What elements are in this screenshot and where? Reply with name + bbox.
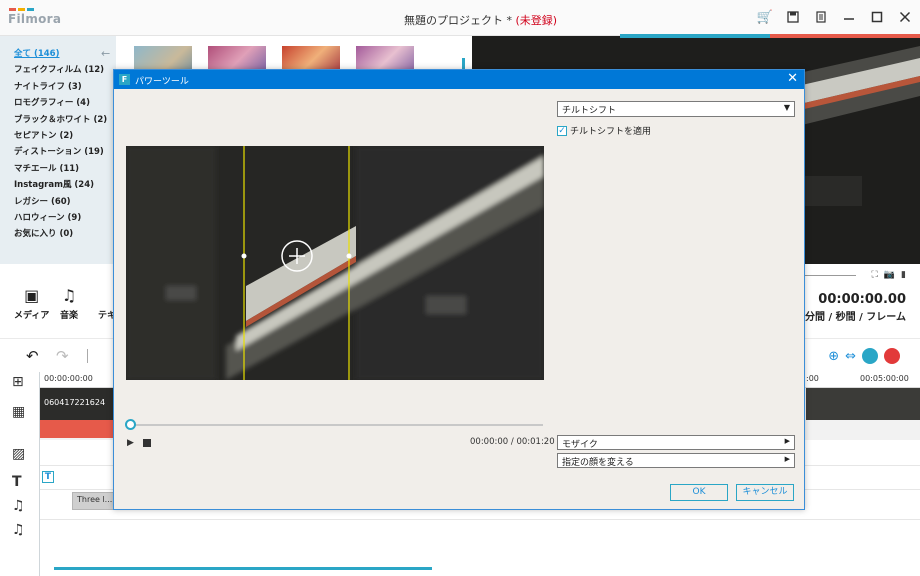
sidebar-item-sepia[interactable]: セピアトン (2): [14, 128, 116, 144]
ok-button[interactable]: OK: [670, 484, 728, 501]
minimize-icon[interactable]: [842, 10, 856, 24]
checkbox-check-icon[interactable]: ✓: [557, 125, 567, 136]
window-title: 無題のプロジェクト * (未登録): [404, 14, 558, 27]
sidebar-item-instagram[interactable]: Instagram風 (24): [14, 177, 116, 193]
sidebar-item-distortion[interactable]: ディストーション (19): [14, 144, 116, 160]
camera-icon[interactable]: 📷: [884, 270, 895, 280]
music-track-icon: ♫: [12, 522, 25, 538]
stop-icon[interactable]: [143, 439, 151, 447]
record-icon[interactable]: [884, 348, 900, 364]
video-track-icon: ▦: [12, 404, 26, 420]
media-tab[interactable]: ▣ メディア: [14, 286, 49, 321]
sidebar-item-legacy[interactable]: レガシー (60): [14, 194, 116, 210]
dialog-title: パワーツール: [135, 77, 189, 87]
zoom-in-icon[interactable]: ⊕: [828, 349, 839, 364]
sidebar-item-matiere[interactable]: マチエール (11): [14, 161, 116, 177]
sidebar-item-lomography[interactable]: ロモグラフィー (4): [14, 95, 116, 111]
undo-icon[interactable]: ↶: [26, 347, 39, 365]
title-bar: Filmora 無題のプロジェクト * (未登録) 🛒: [0, 0, 920, 36]
film-icon: ▣: [24, 286, 40, 305]
apply-tilt-shift-checkbox[interactable]: ✓ チルトシフトを適用: [557, 124, 651, 137]
sidebar-item-fake-film[interactable]: フェイクフィルム (12): [14, 62, 116, 78]
timeline-track-headers: ⊞ ▦ ▨ T ♫ ♫: [0, 372, 40, 576]
sidebar-item-nightlife[interactable]: ナイトライフ (3): [14, 79, 116, 95]
fullscreen-icon[interactable]: ⛶: [872, 270, 878, 280]
preview-timecode: 00:00:00.00: [818, 292, 906, 307]
tilt-shift-preview[interactable]: [126, 146, 544, 380]
snap-icon[interactable]: [862, 348, 878, 364]
back-arrow-icon[interactable]: ←: [101, 47, 110, 60]
music-note-icon: ♫: [61, 286, 77, 305]
filmora-icon: F: [119, 74, 130, 85]
dialog-seek-bar[interactable]: [127, 424, 543, 426]
preview-scrubber[interactable]: [800, 275, 856, 276]
cart-icon[interactable]: 🛒: [757, 10, 773, 24]
preview-progress-indicator: [620, 34, 920, 38]
save-icon[interactable]: [786, 10, 800, 24]
time-units-label: / 分間 / 秒間 / フレーム: [797, 312, 906, 323]
fit-icon[interactable]: ⇔: [845, 349, 856, 364]
text-track-icon: T: [12, 474, 22, 490]
video-clip[interactable]: [806, 388, 920, 420]
sidebar-item-black-white[interactable]: ブラック＆ホワイト (2): [14, 112, 116, 128]
sidebar-item-halloween[interactable]: ハロウィーン (9): [14, 210, 116, 226]
chevron-down-icon: ▼: [783, 103, 790, 112]
mosaic-section[interactable]: モザイク ▶: [557, 435, 795, 450]
logo-text: Filmora: [8, 12, 62, 26]
chevron-right-icon: ▶: [784, 455, 790, 463]
add-track-icon[interactable]: ⊞: [12, 374, 24, 390]
unregistered-label: (未登録): [515, 14, 558, 27]
effect-select[interactable]: チルトシフト ▼: [557, 101, 795, 117]
maximize-icon[interactable]: [870, 10, 884, 24]
music-tab[interactable]: ♫ 音楽: [60, 286, 78, 321]
document-icon[interactable]: [814, 10, 828, 24]
power-tool-dialog: F パワーツール ✕ ▶ 00:00:00 / 00:01:20 チルトシフト …: [113, 69, 805, 510]
volume-icon[interactable]: ▮: [901, 270, 906, 280]
text-clip[interactable]: T: [42, 471, 54, 483]
filmora-logo: Filmora: [8, 8, 62, 30]
chevron-right-icon: ▶: [784, 437, 790, 445]
cancel-button[interactable]: キャンセル: [736, 484, 794, 501]
face-swap-section[interactable]: 指定の顔を変える ▶: [557, 453, 795, 468]
seek-handle[interactable]: [125, 419, 136, 430]
filter-category-sidebar: 全て (146) フェイクフィルム (12) ナイトライフ (3) ロモグラフィ…: [0, 36, 116, 264]
sidebar-item-favorites[interactable]: お気に入り (0): [14, 226, 116, 242]
music-track-icon: ♫: [12, 498, 25, 514]
redo-icon[interactable]: ↷: [56, 347, 69, 365]
image-track-icon: ▨: [12, 446, 26, 462]
close-icon[interactable]: [898, 10, 912, 24]
dialog-time-display: 00:00:00 / 00:01:20: [470, 437, 555, 447]
dialog-title-bar: F パワーツール ✕: [114, 70, 804, 89]
dialog-close-button[interactable]: ✕: [787, 71, 798, 86]
timeline-scrollbar[interactable]: [54, 567, 432, 570]
play-icon[interactable]: ▶: [127, 438, 134, 448]
